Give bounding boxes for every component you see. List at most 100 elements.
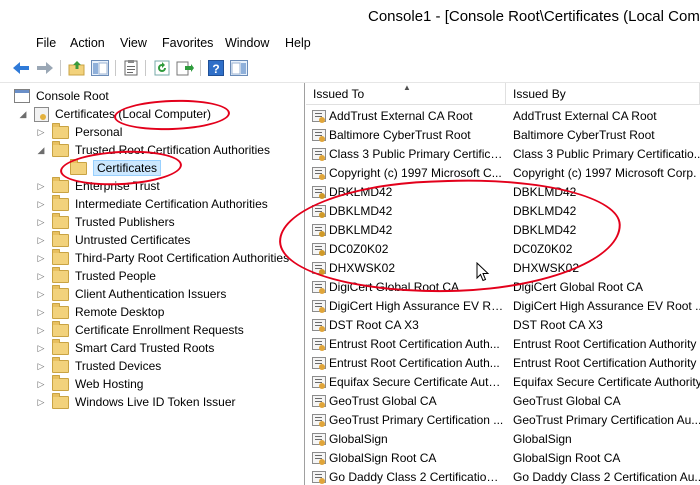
certificate-icon: [312, 129, 326, 142]
forward-icon[interactable]: [35, 58, 55, 78]
tree-item-trusted-people[interactable]: ▷ Trusted People: [36, 266, 156, 285]
toolbar-separator: [145, 60, 146, 76]
list-item[interactable]: GeoTrust Global CA GeoTrust Global CA: [306, 392, 700, 411]
expand-arrow-icon[interactable]: ▷: [36, 253, 46, 264]
menu-action[interactable]: Action: [70, 36, 105, 50]
list-item[interactable]: Entrust Root Certification Auth... Entrus…: [306, 335, 700, 354]
tree-label: Trusted Publishers: [75, 215, 175, 229]
list-item[interactable]: DigiCert Global Root CA DigiCert Global R…: [306, 278, 700, 297]
expand-arrow-icon[interactable]: ▷: [36, 325, 46, 336]
tree-item-personal[interactable]: ▷ Personal: [36, 122, 122, 141]
certificate-icon: [312, 148, 326, 161]
collapse-arrow-icon[interactable]: ◢: [36, 145, 46, 156]
issued-by-cell: Baltimore CyberTrust Root: [513, 128, 655, 142]
tree-console-root[interactable]: Console Root: [14, 87, 109, 105]
expand-arrow-icon[interactable]: ▷: [36, 181, 46, 192]
tree-label: Client Authentication Issuers: [75, 287, 227, 301]
issued-to-cell: Go Daddy Class 2 Certification ...: [329, 470, 505, 484]
list-item[interactable]: DC0Z0K02 DC0Z0K02: [306, 240, 700, 259]
menu-file[interactable]: File: [36, 36, 56, 50]
certificate-icon: [312, 338, 326, 351]
tree-item-smart-card-roots[interactable]: ▷ Smart Card Trusted Roots: [36, 338, 214, 357]
list-item[interactable]: GlobalSign GlobalSign: [306, 430, 700, 449]
list-item[interactable]: Class 3 Public Primary Certificat... Clas…: [306, 145, 700, 164]
issued-to-cell: DigiCert High Assurance EV Ro...: [329, 299, 505, 313]
list-item[interactable]: GlobalSign Root CA GlobalSign Root CA: [306, 449, 700, 468]
list-item[interactable]: Go Daddy Class 2 Certification ... Go Dad…: [306, 468, 700, 485]
list-item[interactable]: GeoTrust Primary Certification ... GeoTru…: [306, 411, 700, 430]
tree-item-trusted-root[interactable]: ◢ Trusted Root Certification Authorities: [36, 140, 270, 159]
column-header-issued-to[interactable]: Issued To ▲: [306, 83, 506, 105]
tree-item-certificates[interactable]: Certificates: [70, 158, 162, 177]
certificate-with-key-icon: [312, 243, 326, 256]
issued-by-cell: DC0Z0K02: [513, 242, 573, 256]
menu-favorites[interactable]: Favorites: [162, 36, 213, 50]
tree-item-enterprise-trust[interactable]: ▷ Enterprise Trust: [36, 176, 160, 195]
tree-item-windows-live-id[interactable]: ▷ Windows Live ID Token Issuer: [36, 392, 236, 411]
console-root-icon: [14, 89, 30, 103]
issued-to-cell: Class 3 Public Primary Certificat...: [329, 147, 505, 161]
export-list-icon[interactable]: [175, 58, 195, 78]
show-hide-tree-icon[interactable]: [90, 58, 110, 78]
expand-arrow-icon[interactable]: ▷: [36, 379, 46, 390]
list-item[interactable]: Baltimore CyberTrust Root Baltimore Cyber…: [306, 126, 700, 145]
list-item[interactable]: DigiCert High Assurance EV Ro... DigiCert…: [306, 297, 700, 316]
expand-arrow-icon[interactable]: ▷: [36, 397, 46, 408]
tree-item-trusted-publishers[interactable]: ▷ Trusted Publishers: [36, 212, 175, 231]
expand-arrow-icon[interactable]: ▷: [36, 289, 46, 300]
svg-text:?: ?: [212, 62, 219, 76]
certificate-icon: [312, 167, 326, 180]
list-item[interactable]: Copyright (c) 1997 Microsoft C... Copyrig…: [306, 164, 700, 183]
list-item[interactable]: Entrust Root Certification Auth... Entrus…: [306, 354, 700, 373]
back-icon[interactable]: [11, 58, 31, 78]
folder-icon: [52, 122, 69, 139]
tree-item-web-hosting[interactable]: ▷ Web Hosting: [36, 374, 143, 393]
expand-arrow-icon[interactable]: ▷: [36, 307, 46, 318]
tree-label: Trusted Devices: [75, 359, 162, 373]
list-item[interactable]: DBKLMD42 DBKLMD42: [306, 183, 700, 202]
menu-window[interactable]: Window: [225, 36, 269, 50]
issued-by-cell: DBKLMD42: [513, 185, 577, 199]
up-folder-icon[interactable]: [67, 58, 87, 78]
certificate-icon: [312, 300, 326, 313]
tree-item-enrollment-requests[interactable]: ▷ Certificate Enrollment Requests: [36, 320, 244, 339]
folder-icon: [52, 374, 69, 391]
tree-certificates-local-computer[interactable]: ◢ Certificates (Local Computer): [18, 105, 211, 123]
tree-item-remote-desktop[interactable]: ▷ Remote Desktop: [36, 302, 164, 321]
tree-item-third-party-root[interactable]: ▷ Third-Party Root Certification Authori…: [36, 248, 290, 267]
list-item[interactable]: DST Root CA X3 DST Root CA X3: [306, 316, 700, 335]
list-item[interactable]: DBKLMD42 DBKLMD42: [306, 202, 700, 221]
expand-arrow-icon[interactable]: ▷: [36, 271, 46, 282]
refresh-icon[interactable]: [152, 58, 172, 78]
menu-view[interactable]: View: [120, 36, 147, 50]
menu-help[interactable]: Help: [285, 36, 311, 50]
issued-to-cell: GlobalSign Root CA: [329, 451, 437, 465]
folder-icon: [52, 194, 69, 211]
column-header-issued-by[interactable]: Issued By: [506, 83, 700, 105]
list-item[interactable]: DHXWSK02 DHXWSK02: [306, 259, 700, 278]
expand-arrow-icon[interactable]: ▷: [36, 217, 46, 228]
expand-arrow-icon[interactable]: ▷: [36, 199, 46, 210]
show-hide-action-pane-icon[interactable]: [229, 58, 249, 78]
tree-label: Third-Party Root Certification Authoriti…: [75, 251, 290, 265]
list-item[interactable]: AddTrust External CA Root AddTrust Extern…: [306, 107, 700, 126]
tree-item-trusted-devices[interactable]: ▷ Trusted Devices: [36, 356, 162, 375]
expand-arrow-icon[interactable]: ▷: [36, 361, 46, 372]
list-item[interactable]: DBKLMD42 DBKLMD42: [306, 221, 700, 240]
toolbar-separator: [200, 60, 201, 76]
issued-to-cell: Baltimore CyberTrust Root: [329, 128, 471, 142]
certificate-icon: [312, 357, 326, 370]
list-item[interactable]: Equifax Secure Certificate Auth... Equifa…: [306, 373, 700, 392]
expand-arrow-icon[interactable]: ▷: [36, 127, 46, 138]
tree-item-intermediate-ca[interactable]: ▷ Intermediate Certification Authorities: [36, 194, 268, 213]
properties-icon[interactable]: [121, 58, 141, 78]
expand-arrow-icon[interactable]: ▷: [36, 235, 46, 246]
tree-label: Trusted People: [75, 269, 156, 283]
tree-item-untrusted[interactable]: ▷ Untrusted Certificates: [36, 230, 190, 249]
issued-by-cell: DBKLMD42: [513, 223, 577, 237]
issued-to-cell: Equifax Secure Certificate Auth...: [329, 375, 505, 389]
help-icon[interactable]: ?: [206, 58, 226, 78]
tree-item-client-auth-issuers[interactable]: ▷ Client Authentication Issuers: [36, 284, 227, 303]
collapse-arrow-icon[interactable]: ◢: [18, 109, 28, 120]
expand-arrow-icon[interactable]: ▷: [36, 343, 46, 354]
